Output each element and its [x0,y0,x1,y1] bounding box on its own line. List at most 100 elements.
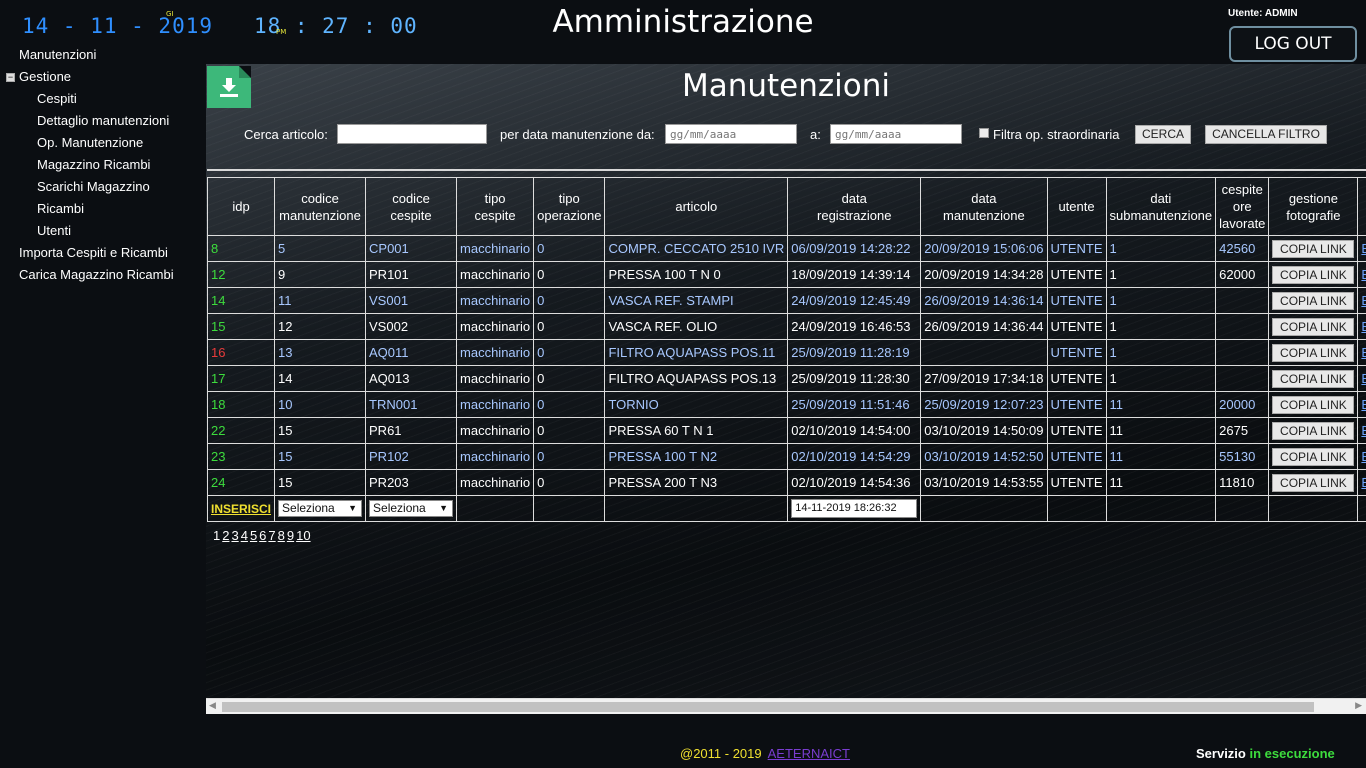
col-gestione-fotografie[interactable]: gestione fotografie [1268,177,1359,236]
copy-link-button[interactable]: COPIA LINK [1272,447,1355,466]
sidebar-item-ricambi[interactable]: Ricambi [0,198,206,220]
scroll-left-icon[interactable]: ◀ [209,700,216,711]
table-row[interactable]: 14 11 VS001 macchinario 0 VASCA REF. STAMPI 24… [206,287,1366,314]
row-action-link[interactable]: EL [1361,267,1366,282]
cell-datam: 20/09/2019 15:06:06 [920,235,1048,262]
row-action-link[interactable]: EL [1361,319,1366,334]
insert-row: INSERISCI Seleziona ▼ Seleziona ▼ 14-11-2019 … [206,495,1366,522]
sidebar-item-importa-cespiti[interactable]: Importa Cespiti e Ricambi [0,242,206,264]
cell-idp: 16 [206,339,276,366]
copy-link-button[interactable]: COPIA LINK [1272,343,1355,362]
scroll-right-icon[interactable]: ▶ [1355,700,1362,711]
cell-datam: 20/09/2019 14:34:28 [920,261,1048,288]
col-label-line: codice [301,190,339,206]
sidebar-item-cespiti[interactable]: Cespiti [0,88,206,110]
table-row[interactable]: 24 15 PR203 macchinario 0 PRESSA 200 T N3 02/1… [206,469,1366,496]
row-action-link[interactable]: EL [1361,423,1366,438]
scrollbar-thumb[interactable] [222,702,1314,712]
row-action-link[interactable]: EL [1361,397,1366,412]
registration-date-input[interactable]: 14-11-2019 18:26:32 [791,499,918,518]
copy-link-button[interactable]: COPIA LINK [1272,239,1355,258]
table-row[interactable]: 15 12 VS002 macchinario 0 VASCA REF. OLIO 24/0… [206,313,1366,340]
copy-link-button[interactable]: COPIA LINK [1272,291,1355,310]
table-row[interactable]: 17 14 AQ013 macchinario 0 FILTRO AQUAPASS POS… [206,365,1366,392]
search-button[interactable]: CERCA [1135,125,1191,144]
table-row[interactable]: 12 9 PR101 macchinario 0 PRESSA 100 T N 0 18/0… [206,261,1366,288]
col-utente[interactable]: utente [1046,177,1107,236]
cell-foto: COPIA LINK [1268,391,1359,418]
cell-datareg: 24/09/2019 12:45:49 [787,287,922,314]
company-link[interactable]: AETERNAICT [768,746,850,761]
col-dati-submanutenzione[interactable]: dati submanutenzione [1105,177,1217,236]
table-row[interactable]: 18 10 TRN001 macchinario 0 TORNIO 25/09/2019 1… [206,391,1366,418]
table-row[interactable]: 16 13 AQ011 macchinario 0 FILTRO AQUAPASS POS… [206,339,1366,366]
cell-select-manutenzione: Seleziona ▼ [274,495,367,522]
table-row[interactable]: 23 15 PR102 macchinario 0 PRESSA 100 T N2 02/1… [206,443,1366,470]
cell-ore: 2675 [1215,417,1270,444]
select-manutenzione[interactable]: Seleziona ▼ [278,500,363,517]
col-data-registrazione[interactable]: data registrazione [787,177,922,236]
insert-link[interactable]: INSERISCI [211,502,271,516]
copy-link-button[interactable]: COPIA LINK [1272,265,1355,284]
cell-tipoc: macchinario [456,287,535,314]
row-action-link[interactable]: EL [1361,241,1366,256]
cell-sub: 1 [1105,235,1217,262]
copy-link-button[interactable]: COPIA LINK [1272,421,1355,440]
col-idp[interactable]: idp [206,177,276,236]
page-link[interactable]: 7 [268,528,275,543]
copy-link-button[interactable]: COPIA LINK [1272,369,1355,388]
col-tipo-operazione[interactable]: tipo operazione [533,177,606,236]
sidebar-item-op-manutenzione[interactable]: Op. Manutenzione [0,132,206,154]
horizontal-scrollbar[interactable]: ◀ ▶ [206,698,1366,714]
copy-link-button[interactable]: COPIA LINK [1272,395,1355,414]
cell-idp: 22 [206,417,276,444]
col-codice-manutenzione[interactable]: codice manutenzione [274,177,367,236]
dropdown-arrow-icon: ▼ [348,503,358,513]
page-link[interactable]: 10 [296,528,310,543]
sidebar-item-utenti[interactable]: Utenti [0,220,206,242]
cell-art: PRESSA 100 T N2 [604,443,789,470]
collapse-icon[interactable]: − [6,73,15,82]
col-codice-cespite[interactable]: codice cespite [365,177,458,236]
clear-filter-button[interactable]: CANCELLA FILTRO [1205,125,1327,144]
page-link[interactable]: 4 [241,528,248,543]
select-cespite[interactable]: Seleziona ▼ [369,500,454,517]
page-link[interactable]: 1 [213,528,220,543]
date-to-input[interactable] [830,124,962,144]
page-link[interactable]: 6 [259,528,266,543]
sidebar-item-carica-magazzino[interactable]: Carica Magazzino Ricambi [0,264,206,286]
col-articolo[interactable]: articolo [604,177,789,236]
page-link[interactable]: 2 [222,528,229,543]
sidebar-group-label[interactable]: Gestione [19,69,71,84]
cell-datareg: 02/10/2019 14:54:00 [787,417,922,444]
straordinaria-checkbox[interactable] [979,128,989,138]
row-action-link[interactable]: EL [1361,371,1366,386]
col-data-manutenzione[interactable]: data manutenzione [920,177,1048,236]
cell-tipoop: 0 [533,313,606,340]
sidebar-item-dettaglio-manutenzioni[interactable]: Dettaglio manutenzioni [0,110,206,132]
sidebar-item-manutenzioni[interactable]: Manutenzioni [0,44,206,66]
sidebar-item-magazzino-ricambi[interactable]: Magazzino Ricambi [0,154,206,176]
sidebar-group-gestione[interactable]: − Gestione [0,66,206,88]
page-link[interactable]: 9 [287,528,294,543]
row-action-link[interactable]: EL [1361,475,1366,490]
table-row[interactable]: 22 15 PR61 macchinario 0 PRESSA 60 T N 1 02/10… [206,417,1366,444]
row-action-link[interactable]: EL [1361,449,1366,464]
page-link[interactable]: 8 [278,528,285,543]
search-input[interactable] [337,124,487,144]
row-action-link[interactable]: EL [1361,293,1366,308]
page-link[interactable]: 3 [231,528,238,543]
col-cespite-ore-lavorate[interactable]: cespite ore lavorate [1215,177,1270,236]
page-link[interactable]: 5 [250,528,257,543]
col-label-line: articolo [675,199,718,214]
row-action-link[interactable]: EL [1361,345,1366,360]
cell-extra: EL [1357,235,1366,262]
copy-link-button[interactable]: COPIA LINK [1272,473,1355,492]
logout-button[interactable]: LOG OUT [1229,26,1357,62]
col-tipo-cespite[interactable]: tipo cespite [456,177,535,236]
user-label: Utente: ADMIN [1228,8,1298,19]
date-from-input[interactable] [665,124,797,144]
sidebar-item-scarichi-magazzino[interactable]: Scarichi Magazzino [0,176,206,198]
copy-link-button[interactable]: COPIA LINK [1272,317,1355,336]
table-row[interactable]: 8 5 CP001 macchinario 0 COMPR. CECCATO 2510 I… [206,235,1366,262]
